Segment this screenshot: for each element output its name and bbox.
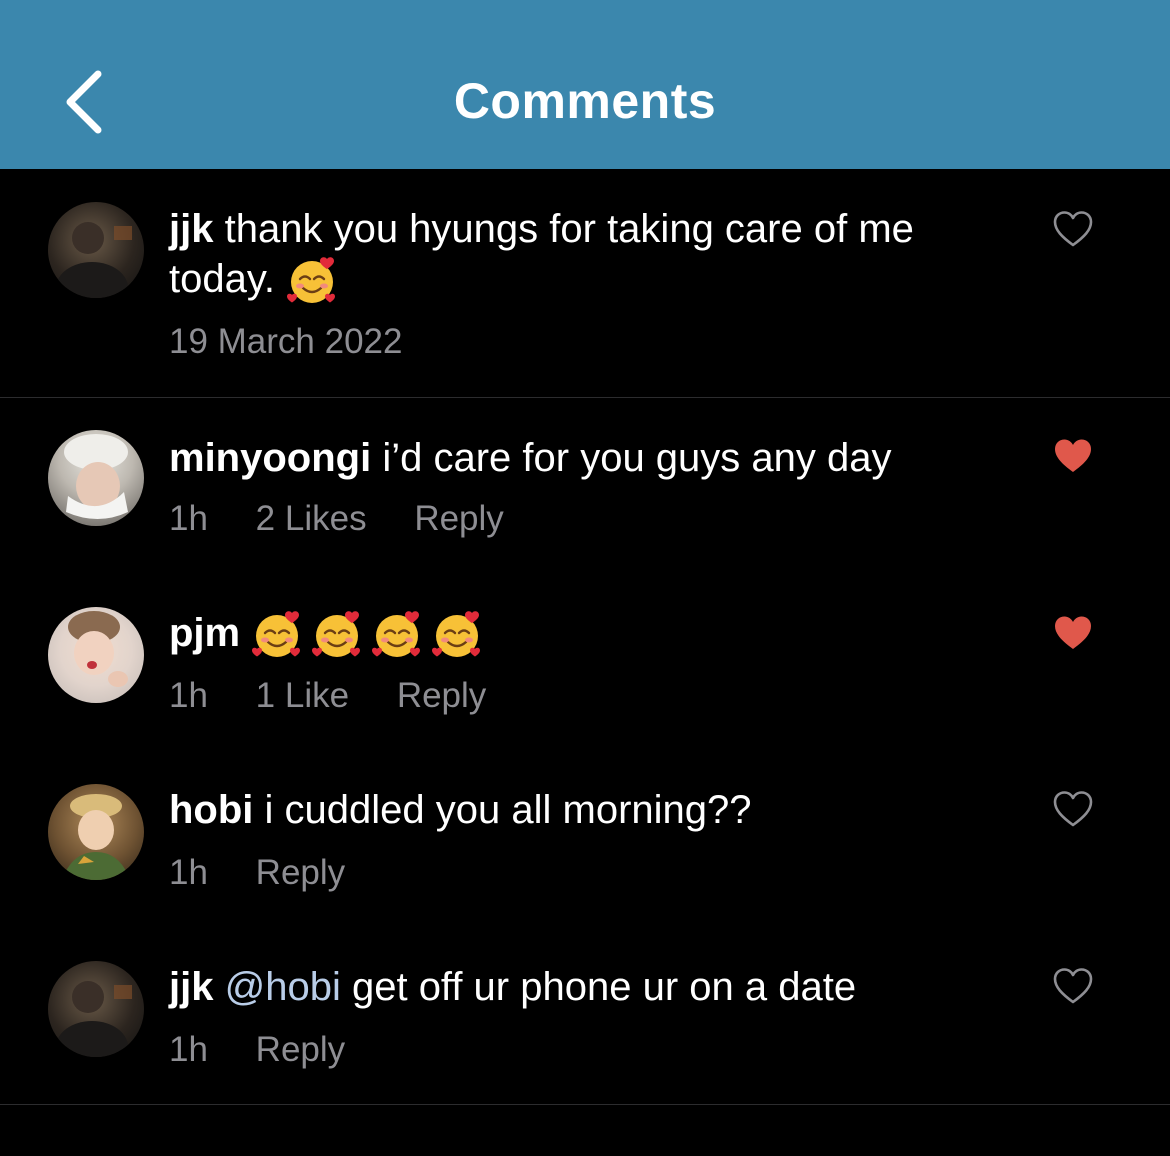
top-bar: Comments xyxy=(0,0,1170,169)
comment-text: pjm xyxy=(169,608,1009,661)
avatar[interactable] xyxy=(48,961,144,1057)
comment-username[interactable]: jjk xyxy=(169,207,213,251)
heart-outline-icon[interactable] xyxy=(1052,967,1094,1005)
comment-text: jjk thank you hyungs for taking care of … xyxy=(169,204,1009,307)
avatar[interactable] xyxy=(48,430,144,526)
reply-button[interactable]: Reply xyxy=(414,499,503,538)
comment-time: 1h xyxy=(169,1030,208,1069)
smiling-face-with-hearts-icon xyxy=(286,255,338,307)
heart-filled-icon[interactable] xyxy=(1052,437,1094,475)
comment-username[interactable]: minyoongi xyxy=(169,436,371,480)
comment-text: jjk @hobi get off ur phone ur on a date xyxy=(169,962,1009,1012)
comment-time: 1h xyxy=(169,499,208,538)
heart-filled-icon[interactable] xyxy=(1052,614,1094,652)
comment-username[interactable]: hobi xyxy=(169,788,253,832)
comment-likes[interactable]: 2 Likes xyxy=(256,499,367,538)
comment-body: i’d care for you guys any day xyxy=(382,436,892,480)
mention-link[interactable]: @hobi xyxy=(225,965,341,1009)
comment-meta: 1h 2 Likes Reply xyxy=(169,499,542,539)
smiling-face-with-hearts-icon xyxy=(371,609,423,661)
avatar[interactable] xyxy=(48,784,144,880)
heart-outline-icon[interactable] xyxy=(1052,210,1094,248)
avatar[interactable] xyxy=(48,202,144,298)
avatar-photo xyxy=(62,794,130,880)
divider xyxy=(0,397,1170,398)
reply-button[interactable]: Reply xyxy=(397,676,486,715)
smiling-face-with-hearts-icon xyxy=(311,609,363,661)
reply-button[interactable]: Reply xyxy=(256,853,345,892)
comment-username[interactable]: jjk xyxy=(169,965,213,1009)
avatar[interactable] xyxy=(48,607,144,703)
comment-meta: 19 March 2022 xyxy=(169,322,440,362)
comment-username[interactable]: pjm xyxy=(169,611,240,655)
comment-likes[interactable]: 1 Like xyxy=(256,676,349,715)
heart-outline-icon[interactable] xyxy=(1052,790,1094,828)
divider xyxy=(0,1104,1170,1105)
comment-time: 1h xyxy=(169,676,208,715)
comment-date: 19 March 2022 xyxy=(169,322,403,361)
comment-time: 1h xyxy=(169,853,208,892)
comment-meta: 1h 1 Like Reply xyxy=(169,676,524,716)
comment-text: minyoongi i’d care for you guys any day xyxy=(169,433,1009,483)
avatar-photo xyxy=(56,222,132,298)
avatar-photo xyxy=(56,981,132,1057)
comment-meta: 1h Reply xyxy=(169,1030,383,1070)
avatar-photo xyxy=(64,434,128,519)
page-title: Comments xyxy=(453,73,717,129)
comment-body: get off ur phone ur on a date xyxy=(351,965,857,1009)
comment-body: thank you hyungs for taking care of me t… xyxy=(169,207,914,301)
reply-button[interactable]: Reply xyxy=(256,1030,345,1069)
smiling-face-with-hearts-icon xyxy=(251,609,303,661)
smiling-face-with-hearts-icon xyxy=(431,609,483,661)
comment-body: i cuddled you all morning?? xyxy=(264,788,752,832)
avatar-photo xyxy=(68,611,128,687)
comment-meta: 1h Reply xyxy=(169,853,383,893)
comment-text: hobi i cuddled you all morning?? xyxy=(169,785,1009,835)
